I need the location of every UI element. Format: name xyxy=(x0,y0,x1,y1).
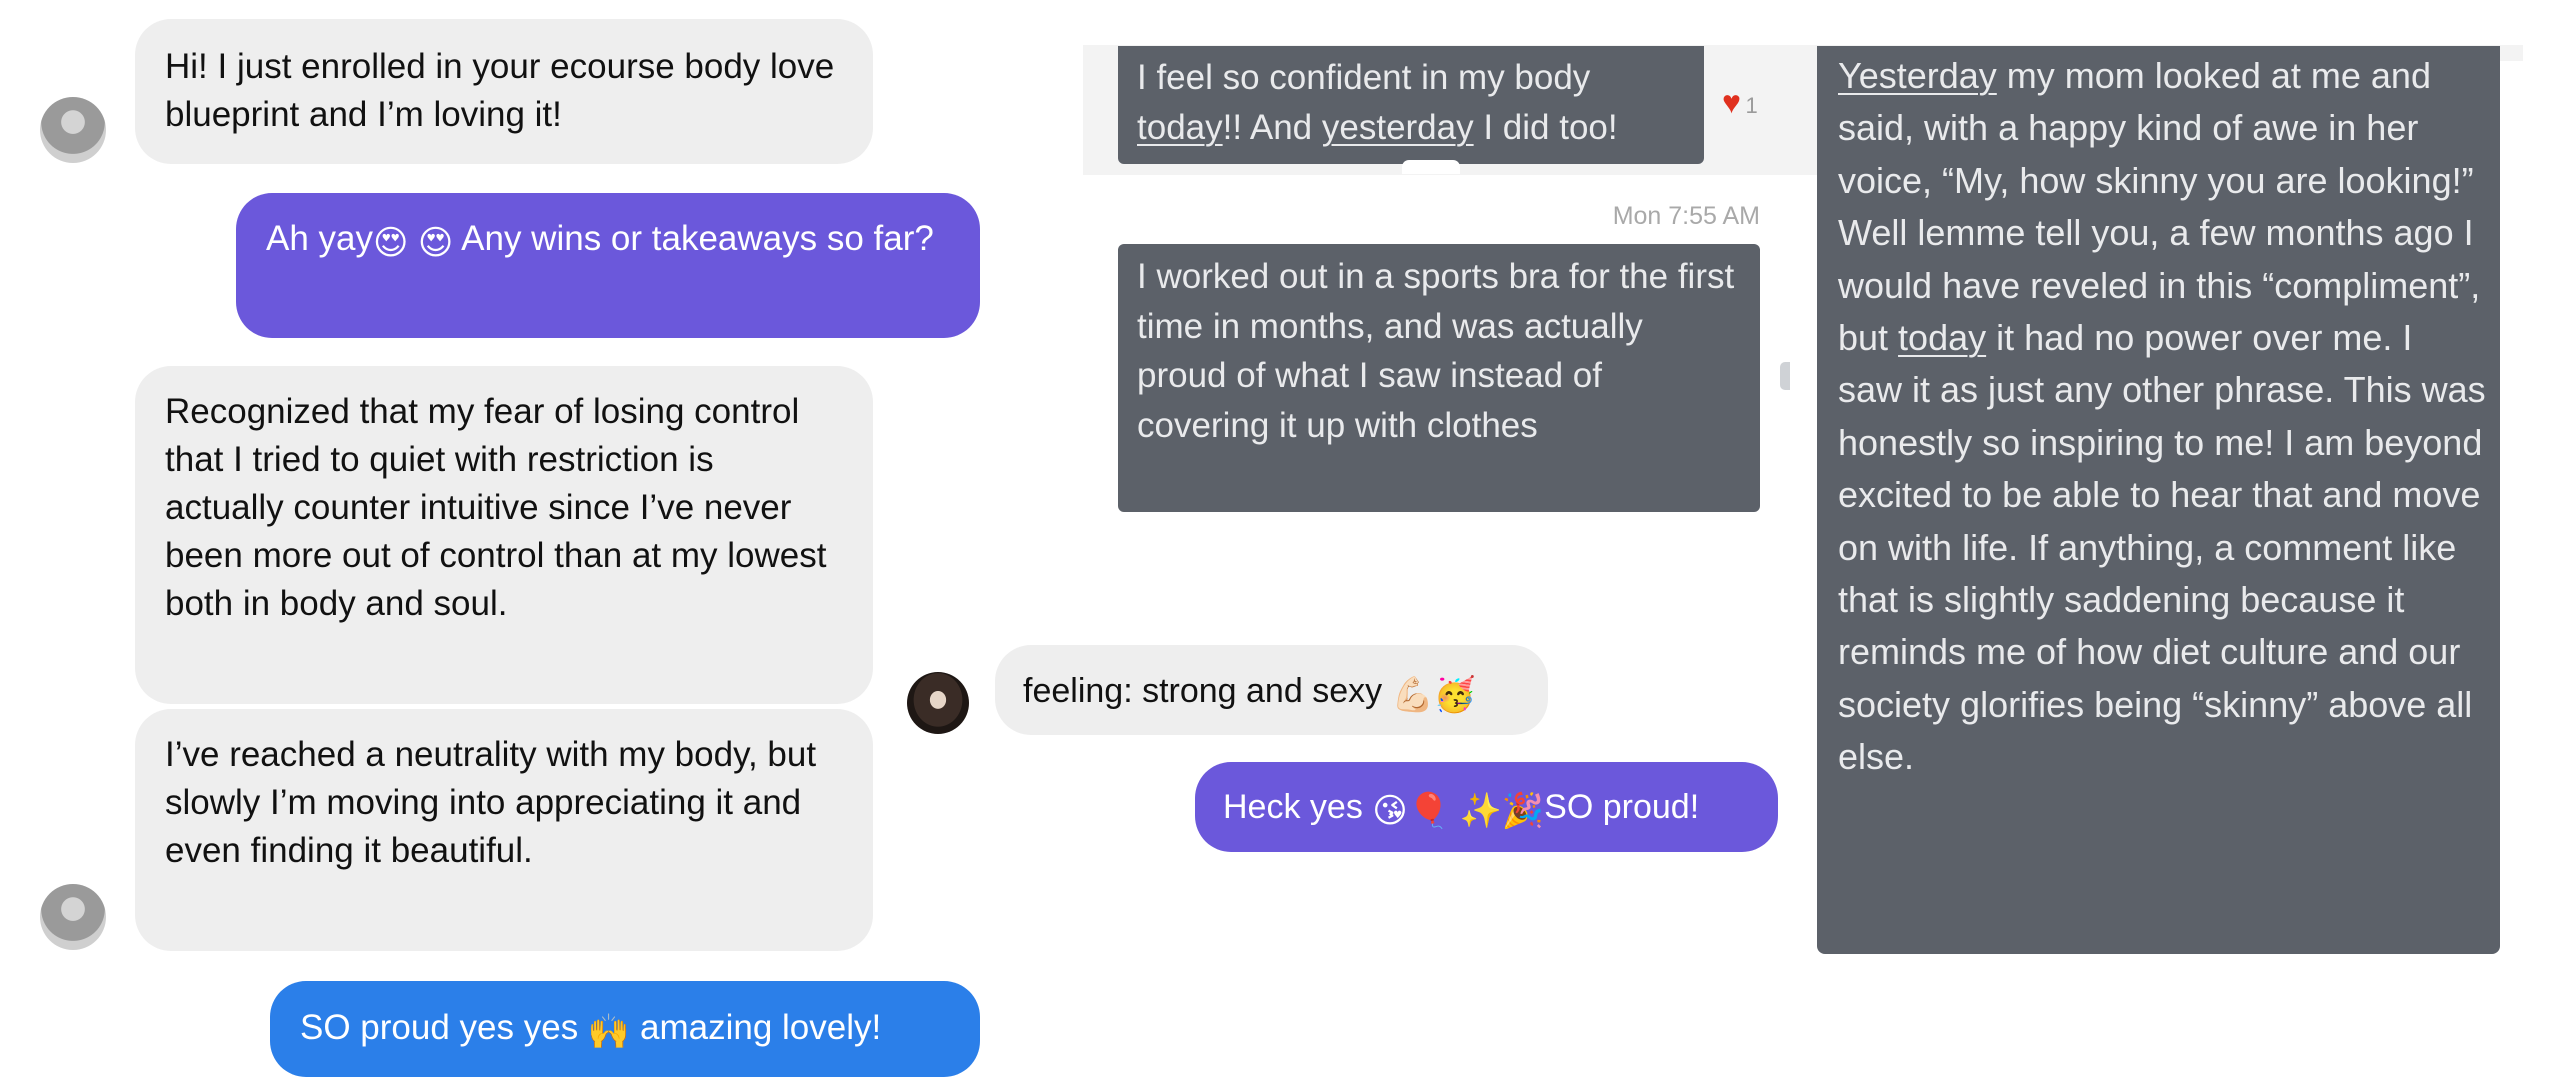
muscle-party-emoji: 💪🏻🥳 xyxy=(1391,676,1477,714)
message-outgoing: Ah yay😍 😍 Any wins or takeaways so far? xyxy=(236,193,980,338)
raised-hands-emoji: 🙌 xyxy=(587,1013,631,1051)
message-text: I worked out in a sports bra for the fir… xyxy=(1137,257,1735,445)
heart-icon: ♥ xyxy=(1722,84,1741,120)
reaction-bubble xyxy=(1402,160,1460,174)
message-text-line: I feel so confident in my body xyxy=(1137,58,1591,97)
message-incoming: I’ve reached a neutrality with my body, … xyxy=(135,709,873,951)
avatar xyxy=(907,672,969,734)
message-text: Recognized that my fear of losing contro… xyxy=(165,392,827,623)
avatar xyxy=(40,884,106,950)
message-incoming: feeling: strong and sexy 💪🏻🥳 xyxy=(995,645,1548,735)
message-text-part: Heck yes xyxy=(1223,788,1373,826)
message-incoming: Recognized that my fear of losing contro… xyxy=(135,366,873,704)
message-outgoing: SO proud yes yes 🙌 amazing lovely! xyxy=(270,981,980,1077)
message-text: Hi! I just enrolled in your ecourse body… xyxy=(165,47,835,134)
reaction[interactable]: ♥ 1 xyxy=(1722,86,1758,120)
underlined-word: Yesterday xyxy=(1838,55,1997,96)
underlined-word: today xyxy=(1137,107,1223,147)
message-text-part: !! And xyxy=(1222,107,1322,147)
message-text-part: amazing lovely! xyxy=(630,1008,882,1047)
message-text-part: SO proud! xyxy=(1544,788,1700,826)
message-text: I’ve reached a neutrality with my body, … xyxy=(165,735,817,870)
reaction-count: 1 xyxy=(1745,93,1758,118)
message-text-part: my mom looked at me and said, with a hap… xyxy=(1838,55,2481,359)
message-text-part: it had no power over me. I saw it as jus… xyxy=(1838,317,2486,778)
message-text-part: Ah yay xyxy=(266,219,373,258)
message-text-part: feeling: strong and sexy xyxy=(1023,672,1392,710)
heart-eyes-emoji: 😍 😍 xyxy=(373,224,454,262)
message-text-part: SO proud yes yes xyxy=(300,1008,588,1047)
message-text-line: today!! And yesterday I did too! xyxy=(1137,103,1704,153)
scroll-indicator xyxy=(1780,362,1790,390)
kiss-balloon-sparkles-party-emoji: 😘🎈 ✨🎉 xyxy=(1372,792,1545,830)
underlined-word: today xyxy=(1898,317,1987,359)
message-text-part: I did too! xyxy=(1473,107,1618,147)
message-incoming: Hi! I just enrolled in your ecourse body… xyxy=(135,19,873,164)
message-outgoing: Heck yes 😘🎈 ✨🎉SO proud! xyxy=(1195,762,1778,852)
message-incoming-long: Yesterday my mom looked at me and said, … xyxy=(1817,46,2500,954)
message-incoming: I feel so confident in my body today!! A… xyxy=(1118,46,1704,164)
message-text-part: Any wins or takeaways so far? xyxy=(453,219,934,258)
timestamp: Mon 7:55 AM xyxy=(1612,202,1760,230)
message-incoming: I worked out in a sports bra for the fir… xyxy=(1118,244,1760,512)
avatar xyxy=(40,97,106,163)
underlined-word: yesterday xyxy=(1321,107,1474,147)
